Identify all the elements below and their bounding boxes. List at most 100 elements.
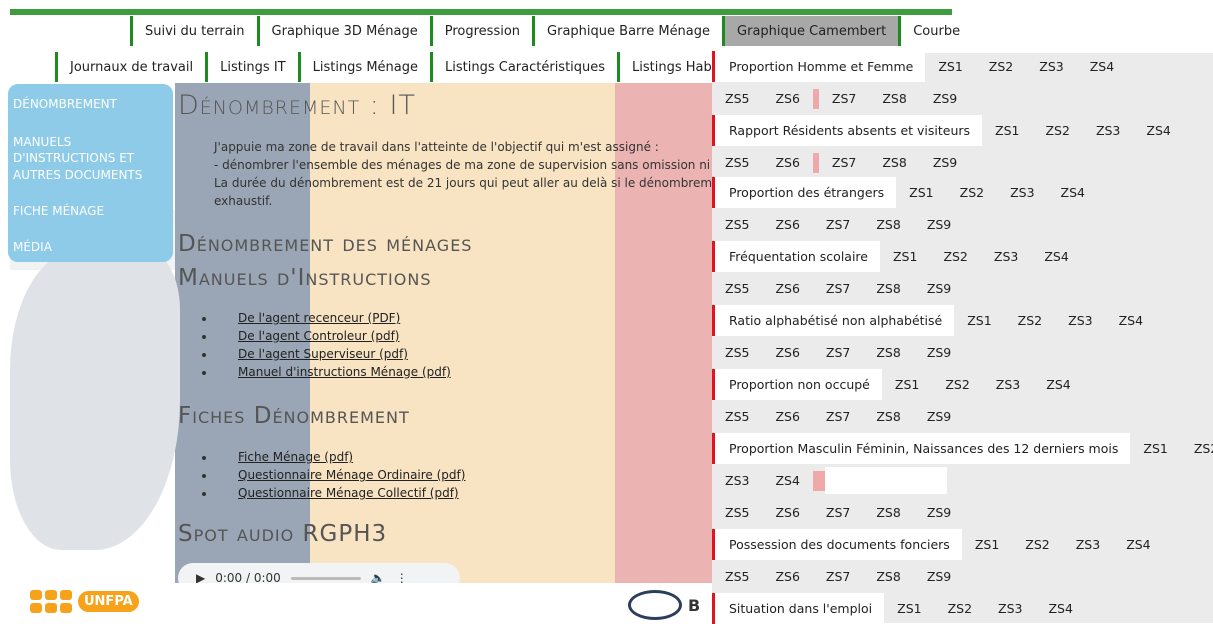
chart-label[interactable]: Situation dans l'emploi	[712, 593, 885, 624]
zs5-button[interactable]: ZS5	[712, 497, 762, 528]
chart-label[interactable]: Rapport Résidents absents et visiteurs	[712, 115, 983, 146]
zs4-button[interactable]: ZS4	[1048, 177, 1098, 208]
side-item-media[interactable]: Média	[8, 235, 173, 259]
tab-courbe[interactable]: Courbe	[898, 16, 991, 46]
zs1-button[interactable]: ZS1	[882, 369, 932, 400]
link-fiche-menage[interactable]: Fiche Ménage (pdf)	[238, 450, 353, 464]
chart-label[interactable]: Proportion Masculin Féminin, Naissances …	[712, 433, 1131, 464]
chart-label[interactable]: Ratio alphabétisé non alphabétisé	[712, 305, 955, 336]
tab-suivi-terrain[interactable]: Suivi du terrain	[130, 16, 257, 46]
zs2-button[interactable]: ZS2	[976, 51, 1026, 82]
zs3-button[interactable]: ZS3	[983, 369, 1033, 400]
zs5-button[interactable]: ZS5	[712, 401, 762, 432]
chart-label[interactable]: Proportion Homme et Femme	[712, 51, 926, 82]
tab-listings-caracteristiques[interactable]: Listings Caractéristiques	[430, 52, 618, 82]
audio-progress-slider[interactable]	[290, 576, 361, 580]
zs2-button[interactable]: ZS2	[935, 593, 985, 624]
link-questionnaire-ordinaire[interactable]: Questionnaire Ménage Ordinaire (pdf)	[238, 468, 465, 482]
zs3-button[interactable]: ZS3	[1083, 115, 1133, 146]
link-questionnaire-collectif[interactable]: Questionnaire Ménage Collectif (pdf)	[238, 486, 459, 500]
zs4-button[interactable]: ZS4	[1033, 369, 1083, 400]
zs3-button[interactable]: ZS3	[1055, 305, 1105, 336]
zs1-button[interactable]: ZS1	[896, 177, 946, 208]
zs2-button[interactable]: ZS2	[1005, 305, 1055, 336]
zs2-button[interactable]: ZS2	[932, 369, 982, 400]
chart-label[interactable]: Proportion non occupé	[712, 369, 882, 400]
zs7-button[interactable]: ZS7	[813, 561, 863, 592]
zs8-button[interactable]: ZS8	[869, 147, 919, 178]
zs1-button[interactable]: ZS1	[880, 241, 930, 272]
zs2-button[interactable]: ZS2	[947, 177, 997, 208]
zs3-button[interactable]: ZS3	[1063, 529, 1113, 560]
link-agent-controleur[interactable]: De l'agent Controleur (pdf)	[238, 329, 399, 343]
zs8-button[interactable]: ZS8	[863, 209, 913, 240]
zs3-button[interactable]: ZS3	[985, 593, 1035, 624]
zs8-button[interactable]: ZS8	[869, 83, 919, 114]
zs6-button[interactable]: ZS6	[762, 401, 812, 432]
zs5-button[interactable]: ZS5	[712, 83, 762, 114]
tab-listings-it[interactable]: Listings IT	[205, 52, 298, 82]
tab-journaux[interactable]: Journaux de travail	[55, 52, 206, 82]
chart-label[interactable]: Fréquentation scolaire	[712, 241, 880, 272]
zs7-button[interactable]: ZS7	[819, 147, 869, 178]
zs1-button[interactable]: ZS1	[925, 51, 975, 82]
zs7-button[interactable]: ZS7	[813, 401, 863, 432]
zs9-button[interactable]: ZS9	[920, 147, 970, 178]
zs1-button[interactable]: ZS1	[962, 529, 1012, 560]
zs7-button[interactable]: ZS7	[813, 497, 863, 528]
zs8-button[interactable]: ZS8	[863, 497, 913, 528]
link-agent-recenceur[interactable]: De l'agent recenceur (PDF)	[238, 311, 400, 325]
zs5-button[interactable]: ZS5	[712, 337, 762, 368]
zs2-button[interactable]: ZS2	[1012, 529, 1062, 560]
zs9-button[interactable]: ZS9	[914, 497, 964, 528]
zs1-button[interactable]: ZS1	[954, 305, 1004, 336]
side-item-manuels[interactable]: Manuels d'instructions et autres documen…	[8, 130, 173, 187]
zs3-button[interactable]: ZS3	[997, 177, 1047, 208]
zs9-button[interactable]: ZS9	[914, 209, 964, 240]
zs6-button[interactable]: ZS6	[762, 209, 812, 240]
zs8-button[interactable]: ZS8	[863, 273, 913, 304]
zs4-button[interactable]: ZS4	[762, 465, 812, 496]
tab-graphique-3d[interactable]: Graphique 3D Ménage	[256, 16, 430, 46]
zs6-button[interactable]: ZS6	[762, 497, 812, 528]
zs7-button[interactable]: ZS7	[813, 273, 863, 304]
link-agent-superviseur[interactable]: De l'agent Superviseur (pdf)	[238, 347, 408, 361]
side-item-fiche-menage[interactable]: Fiche ménage	[8, 199, 173, 223]
zs3-button[interactable]: ZS3	[712, 465, 762, 496]
zs9-button[interactable]: ZS9	[914, 337, 964, 368]
zs5-button[interactable]: ZS5	[712, 273, 762, 304]
zs4-button[interactable]: ZS4	[1035, 593, 1085, 624]
tab-listings-menage[interactable]: Listings Ménage	[297, 52, 431, 82]
tab-graphique-barre[interactable]: Graphique Barre Ménage	[532, 16, 723, 46]
zs9-button[interactable]: ZS9	[914, 401, 964, 432]
zs8-button[interactable]: ZS8	[863, 401, 913, 432]
zs7-button[interactable]: ZS7	[819, 83, 869, 114]
tab-progression[interactable]: Progression	[429, 16, 533, 46]
zs6-button[interactable]: ZS6	[762, 147, 812, 178]
zs5-button[interactable]: ZS5	[712, 209, 762, 240]
zs3-button[interactable]: ZS3	[1026, 51, 1076, 82]
zs1-button[interactable]: ZS1	[884, 593, 934, 624]
zs9-button[interactable]: ZS9	[914, 561, 964, 592]
link-manuel-menage[interactable]: Manuel d'instructions Ménage (pdf)	[238, 365, 451, 379]
zs4-button[interactable]: ZS4	[1077, 51, 1127, 82]
zs2-button[interactable]: ZS2	[1181, 433, 1213, 464]
zs5-button[interactable]: ZS5	[712, 561, 762, 592]
tab-graphique-camembert[interactable]: Graphique Camembert	[722, 16, 899, 46]
zs1-button[interactable]: ZS1	[982, 115, 1032, 146]
zs2-button[interactable]: ZS2	[1032, 115, 1082, 146]
zs6-button[interactable]: ZS6	[762, 273, 812, 304]
chart-label[interactable]: Possession des documents fonciers	[712, 529, 962, 560]
zs4-button[interactable]: ZS4	[1031, 241, 1081, 272]
zs2-button[interactable]: ZS2	[930, 241, 980, 272]
zs3-button[interactable]: ZS3	[981, 241, 1031, 272]
zs9-button[interactable]: ZS9	[920, 83, 970, 114]
chart-label[interactable]: Proportion des étrangers	[712, 177, 897, 208]
zs5-button[interactable]: ZS5	[712, 147, 762, 178]
zs6-button[interactable]: ZS6	[762, 83, 812, 114]
zs1-button[interactable]: ZS1	[1130, 433, 1180, 464]
zs4-button[interactable]: ZS4	[1106, 305, 1156, 336]
zs4-button[interactable]: ZS4	[1113, 529, 1163, 560]
zs6-button[interactable]: ZS6	[762, 337, 812, 368]
zs4-button[interactable]: ZS4	[1133, 115, 1183, 146]
